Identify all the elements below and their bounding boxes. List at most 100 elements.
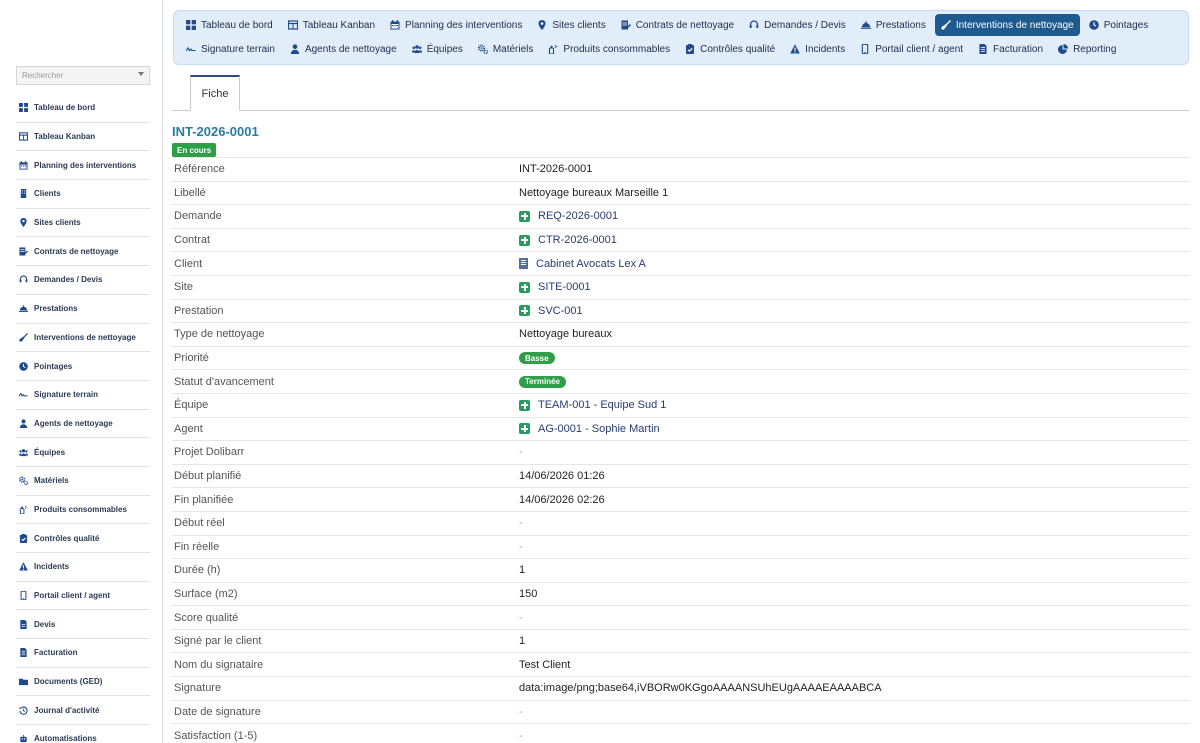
nav-item-sites-clients[interactable]: Sites clients [531,14,611,36]
dashboard-icon [19,103,28,113]
nav-item-label: Reporting [1073,43,1117,55]
field-link[interactable]: SITE-0001 [538,281,591,293]
sidebar-item-demandes-devis[interactable]: Demandes / Devis [16,266,150,295]
sidebar-item-produits-consommables[interactable]: Produits consommables [16,496,150,525]
sidebar-item-journal-d-activite[interactable]: Journal d'activité [16,696,150,726]
nav-item-pointages[interactable]: Pointages [1083,14,1154,36]
user-icon [19,419,28,428]
field-link[interactable]: AG-0001 - Sophie Martin [538,423,660,435]
sidebar-item-planning-des-interventions[interactable]: Planning des interventions [16,151,150,181]
robot-icon [19,734,28,743]
nav-item-tableau-kanban[interactable]: Tableau Kanban [282,14,381,36]
nav-item-signature-terrain[interactable]: Signature terrain [180,38,281,60]
sidebar-item-prestations[interactable]: Prestations [16,295,150,324]
sidebar-item-devis[interactable]: Devis [16,610,150,640]
service-icon [860,20,871,30]
field-label: Agent [174,422,203,435]
sidebar-item-automatisations[interactable]: Automatisations [16,725,150,743]
nav-item-agents-de-nettoyage[interactable]: Agents de nettoyage [284,38,403,60]
field-badge: Terminée [519,375,566,388]
sidebar-item-controles-qualite[interactable]: Contrôles qualité [16,524,150,553]
field-link[interactable]: TEAM-001 - Equipe Sud 1 [538,399,666,411]
nav-item-produits-consommables[interactable]: Produits consommables [542,38,676,60]
nav-item-label: Produits consommables [563,43,671,55]
nav-item-demandes-devis[interactable]: Demandes / Devis [743,14,852,36]
field-value: - [519,729,523,742]
nav-item-controles-qualite[interactable]: Contrôles qualité [679,38,781,60]
field-value-cell: - [519,612,523,624]
field-label: Référence [174,163,225,176]
nav-item-label: Interventions de nettoyage [955,19,1074,31]
nav-item-label: Facturation [993,43,1044,55]
nav-item-incidents[interactable]: Incidents [784,38,851,60]
field-row-priorite: Priorité Basse [172,345,1189,370]
field-label: Score qualité [174,611,239,624]
field-label: Début réel [174,517,225,530]
field-label: Prestation [174,304,224,317]
field-value: 1 [519,564,526,577]
field-label: Équipe [174,399,209,412]
field-link[interactable]: REQ-2026-0001 [538,210,618,222]
sidebar-item-label: Contrôles qualité [34,533,100,543]
sidebar-item-label: Incidents [34,562,70,572]
nav-item-tableau-de-bord[interactable]: Tableau de bord [180,14,279,36]
folder-icon [19,677,28,686]
field-row-nom-du-signataire: Nom du signataire Test Client [172,652,1189,676]
sidebar-item-label: Clients [34,189,61,199]
sidebar-item-interventions-de-nettoyage[interactable]: Interventions de nettoyage [16,324,150,353]
sidebar-item-tableau-kanban[interactable]: Tableau Kanban [16,123,150,152]
nav-item-reporting[interactable]: Reporting [1052,38,1122,60]
sidebar-item-label: Journal d'activité [34,705,100,715]
field-row-score-qualite: Score qualité - [172,605,1189,629]
sidebar-item-sites-clients[interactable]: Sites clients [16,209,150,238]
nav-item-planning-des-interventions[interactable]: Planning des interventions [384,14,528,36]
sidebar-item-documents-ged[interactable]: Documents (GED) [16,668,150,697]
field-value: - [519,705,523,718]
sidebar-item-materiels[interactable]: Matériels [16,467,150,496]
field-label: Nom du signataire [174,658,264,671]
invoice-icon [978,44,988,54]
sidebar-item-label: Interventions de nettoyage [34,332,136,342]
nav-item-contrats-de-nettoyage[interactable]: Contrats de nettoyage [615,14,740,36]
sidebar-item-incidents[interactable]: Incidents [16,553,150,582]
field-label: Type de nettoyage [174,328,265,341]
sidebar-item-signature-terrain[interactable]: Signature terrain [16,381,150,410]
history-icon [19,706,28,715]
sidebar-item-clients[interactable]: Clients [16,180,150,209]
nav-item-materiels[interactable]: Matériels [472,38,540,60]
nav-item-equipes[interactable]: Équipes [406,38,469,60]
field-value-cell: INT-2026-0001 [519,163,592,175]
field-link[interactable]: Cabinet Avocats Lex A [536,258,646,270]
pie-chart-icon [1058,44,1069,54]
field-value: INT-2026-0001 [519,163,593,176]
chevron-down-icon[interactable] [138,72,144,76]
sidebar-item-contrats-de-nettoyage[interactable]: Contrats de nettoyage [16,237,150,267]
tab-fiche[interactable]: Fiche [190,75,240,111]
field-label: Contrat [174,234,211,247]
field-value-cell: Basse [519,352,555,365]
sidebar-item-facturation[interactable]: Facturation [16,639,150,668]
sidebar-item-tableau-de-bord[interactable]: Tableau de bord [16,94,150,123]
field-label: Surface (m2) [174,587,238,600]
clock-icon [1088,20,1099,30]
sidebar-item-equipes[interactable]: Équipes [16,438,150,467]
mobile-icon [19,591,28,601]
nav-item-facturation[interactable]: Facturation [972,38,1049,60]
search-select[interactable]: Rechercher [16,66,150,85]
field-link[interactable]: SVC-001 [538,305,583,317]
nav-item-label: Planning des interventions [405,19,523,31]
field-row-prestation: Prestation SVC-001 [172,298,1189,323]
sidebar-item-pointages[interactable]: Pointages [16,352,150,381]
sidebar-item-portail-client-agent[interactable]: Portail client / agent [16,582,150,611]
top-nav-row-1: Tableau de bord Tableau Kanban Planning de… [180,14,1157,36]
sidebar-item-agents-de-nettoyage[interactable]: Agents de nettoyage [16,410,150,439]
map-pin-icon [537,20,547,30]
field-link[interactable]: CTR-2026-0001 [538,234,617,246]
nav-item-interventions-de-nettoyage[interactable]: Interventions de nettoyage [934,14,1080,36]
nav-item-portail-client-agent[interactable]: Portail client / agent [854,38,969,60]
field-value-cell: data:image/png;base64,iVBORw0KGgoAAAANSU… [519,682,882,694]
nav-item-prestations[interactable]: Prestations [855,14,932,36]
nav-item-label: Portail client / agent [875,43,964,55]
top-navigation: Tableau de bord Tableau Kanban Planning de… [173,10,1189,65]
nav-item-label: Contrats de nettoyage [635,19,735,31]
